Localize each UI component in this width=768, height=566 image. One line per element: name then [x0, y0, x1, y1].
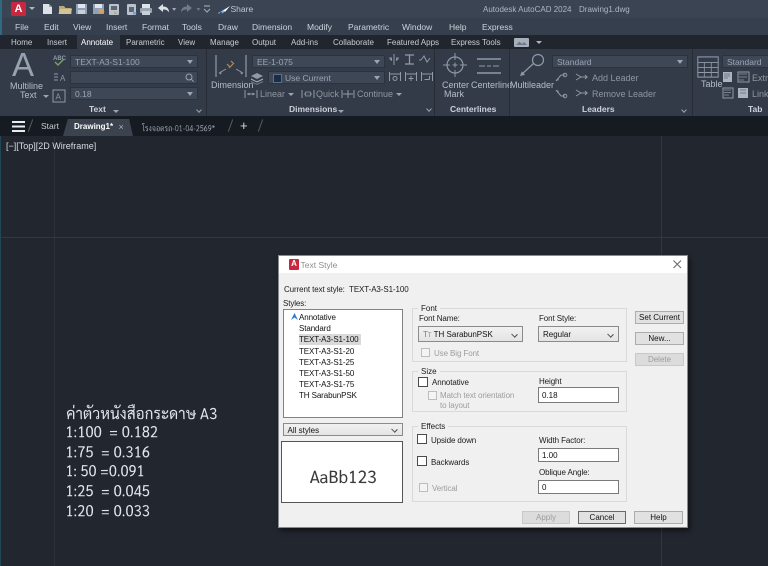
svg-text:A: A	[60, 74, 66, 83]
svg-text:ABC: ABC	[53, 56, 67, 62]
svg-text:A: A	[56, 93, 62, 102]
